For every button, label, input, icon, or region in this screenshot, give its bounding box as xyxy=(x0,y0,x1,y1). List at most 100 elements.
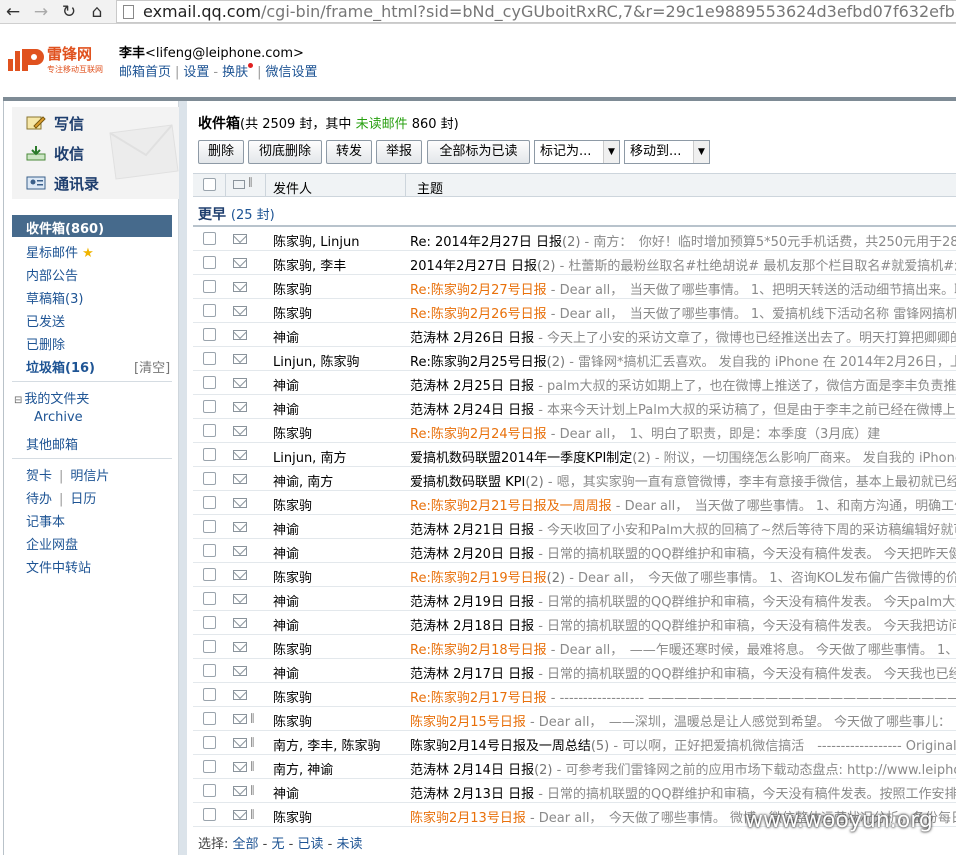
row-checkbox[interactable] xyxy=(203,736,216,749)
collapse-minus-icon[interactable]: ⊟ xyxy=(14,395,22,406)
row-checkbox[interactable] xyxy=(203,256,216,269)
group-count[interactable]: (25 封) xyxy=(231,208,275,223)
row-checkbox[interactable] xyxy=(203,352,216,365)
link-settings[interactable]: 设置 xyxy=(183,65,209,80)
folder-notice[interactable]: 内部公告 xyxy=(26,265,78,284)
link-notes[interactable]: 记事本 xyxy=(26,511,65,530)
folder-myfolders[interactable]: ⊟我的文件夹 xyxy=(14,388,89,407)
mail-row[interactable]: Linjun, 南方爱搞机数码联盟2014年一季度KPI制定(2) - 附议，一… xyxy=(193,443,956,467)
row-checkbox[interactable] xyxy=(203,688,216,701)
clear-spam-link[interactable]: [清空] xyxy=(134,357,170,376)
row-subject-line[interactable]: 范涛林 2月25日 日报 - palm大叔的采访如期上了，也在微博上推送了，微信… xyxy=(410,375,956,394)
home-icon[interactable]: ⌂ xyxy=(86,1,108,23)
row-checkbox[interactable] xyxy=(203,592,216,605)
row-subject-line[interactable]: 范涛林 2月24日 日报 - 本来今天计划上Palm大叔的采访稿了，但是由于李丰… xyxy=(410,399,956,418)
row-subject-line[interactable]: 范涛林 2月17日 日报 - 日常的搞机联盟的QQ群维护和审稿，今天没有稿件发表… xyxy=(410,663,956,682)
row-subject-line[interactable]: 范涛林 2月19日 日报 - 日常的搞机联盟的QQ群维护和审稿，今天没有稿件发表… xyxy=(410,591,956,610)
mail-row[interactable]: 陈家驹Re:陈家驹2月18号日报 - Dear all， ——乍暖还寒时候，最难… xyxy=(193,635,956,659)
link-postcard[interactable]: 明信片 xyxy=(70,469,109,484)
mail-row[interactable]: 神谕范涛林 2月24日 日报 - 本来今天计划上Palm大叔的采访稿了，但是由于… xyxy=(193,395,956,419)
select-unread-link[interactable]: 未读 xyxy=(336,837,362,852)
address-bar[interactable]: exmail.qq.com/cgi-bin/frame_html?sid=bNd… xyxy=(116,0,956,23)
select-all-link[interactable]: 全部 xyxy=(233,837,259,852)
link-wechat-settings[interactable]: 微信设置 xyxy=(266,65,318,80)
compose-button[interactable]: 写信 xyxy=(26,113,84,135)
mail-row[interactable]: 陈家驹, 李丰2014年2月27日 日报(2) - 杜蕾斯的最粉丝取名#杜绝胡说… xyxy=(193,251,956,275)
row-subject-line[interactable]: Re:陈家驹2月24号日报 - Dear all， 1、明白了职责，即是：本季度… xyxy=(410,423,880,442)
url-text[interactable]: exmail.qq.com/cgi-bin/frame_html?sid=bNd… xyxy=(143,2,956,21)
row-subject-line[interactable]: Re:陈家驹2月19号日报(2) - Dear all， 今天做了哪些事情。 1… xyxy=(410,567,956,586)
row-checkbox[interactable] xyxy=(203,304,216,317)
row-checkbox[interactable] xyxy=(203,424,216,437)
folder-inbox[interactable]: 收件箱(860) xyxy=(12,215,172,237)
mark-as-select[interactable]: 标记为...▼ xyxy=(534,140,620,164)
mail-row[interactable]: 陈家驹Re:陈家驹2月21号日报及一周周报 - Dear all， 当天做了哪些… xyxy=(193,491,956,515)
mail-row[interactable]: 陈家驹, LinjunRe: 2014年2月27日 日报(2) - 南方： 你好… xyxy=(193,227,956,251)
row-checkbox[interactable] xyxy=(203,520,216,533)
link-mail-home[interactable]: 邮箱首页 xyxy=(119,65,171,80)
row-checkbox[interactable] xyxy=(203,664,216,677)
forward-button[interactable]: 转发 xyxy=(326,140,372,164)
receive-button[interactable]: 收信 xyxy=(26,143,84,165)
folder-drafts[interactable]: 草稿箱(3) xyxy=(26,288,83,307)
mail-row[interactable]: 陈家驹Re:陈家驹2月26号日报 - Dear all， 当天做了哪些事情。 1… xyxy=(193,299,956,323)
mail-row[interactable]: ∥南方, 李丰, 陈家驹陈家驹2月14号日报及一周总结(5) - 可以啊，正好把… xyxy=(193,731,956,755)
folder-starred[interactable]: 星标邮件 ★ xyxy=(26,242,94,261)
mail-row[interactable]: 神谕范涛林 2月18日 日报 - 日常的搞机联盟的QQ群维护和审稿，今天没有稿件… xyxy=(193,611,956,635)
delete-button[interactable]: 删除 xyxy=(198,140,244,164)
leiphone-logo[interactable]: 雷锋网 专注移动互联网 xyxy=(8,41,108,79)
back-arrow-icon[interactable]: ← xyxy=(2,1,24,23)
row-subject-line[interactable]: Re:陈家驹2月25号日报(2) - 雷锋网*搞机汇丢喜欢。 发自我的 iPho… xyxy=(410,351,956,370)
mail-row[interactable]: 陈家驹Re:陈家驹2月24号日报 - Dear all， 1、明白了职责，即是：… xyxy=(193,419,956,443)
mail-row[interactable]: 神谕范涛林 2月21日 日报 - 今天收回了小安和Palm大叔的回稿了~然后等待… xyxy=(193,515,956,539)
folder-other-mailboxes[interactable]: 其他邮箱 xyxy=(26,434,78,453)
mail-row[interactable]: 神谕范涛林 2月20日 日报 - 日常的搞机联盟的QQ群维护和审稿，今天没有稿件… xyxy=(193,539,956,563)
row-checkbox[interactable] xyxy=(203,448,216,461)
attachment-column-icon[interactable]: ∥ xyxy=(248,177,253,188)
forward-arrow-icon[interactable]: → xyxy=(30,1,52,23)
row-checkbox[interactable] xyxy=(203,712,216,725)
reload-icon[interactable]: ↻ xyxy=(58,1,80,23)
read-status-column-icon[interactable] xyxy=(233,180,245,189)
column-subject[interactable]: 主题 xyxy=(417,178,443,197)
row-checkbox[interactable] xyxy=(203,376,216,389)
row-checkbox[interactable] xyxy=(203,760,216,773)
mail-row[interactable]: 陈家驹Re:陈家驹2月27号日报 - Dear all， 当天做了哪些事情。 1… xyxy=(193,275,956,299)
row-subject-line[interactable]: Re: 2014年2月27日 日报(2) - 南方： 你好！临时增加预算5*50… xyxy=(410,231,956,250)
row-checkbox[interactable] xyxy=(203,472,216,485)
link-netdisk[interactable]: 企业网盘 xyxy=(26,534,78,553)
row-subject-line[interactable]: Re:陈家驹2月26号日报 - Dear all， 当天做了哪些事情。 1、爱搞… xyxy=(410,303,956,322)
row-subject-line[interactable]: 范涛林 2月13日 日报 - 日常的搞机联盟的QQ群维护和审稿，今天没有稿件发表… xyxy=(410,783,956,802)
mail-row[interactable]: ∥神谕范涛林 2月13日 日报 - 日常的搞机联盟的QQ群维护和审稿，今天没有稿… xyxy=(193,779,956,803)
folder-spam[interactable]: 垃圾箱(16) xyxy=(26,357,95,376)
link-skin[interactable]: 换肤 xyxy=(222,65,248,80)
mail-row[interactable]: ∥南方, 神谕范涛林 2月14日 日报(2) - 可参考我们雷锋网之前的应用市场… xyxy=(193,755,956,779)
row-subject-line[interactable]: Re:陈家驹2月21号日报及一周周报 - Dear all， 当天做了哪些事情。… xyxy=(410,495,956,514)
row-subject-line[interactable]: 2014年2月27日 日报(2) - 杜蕾斯的最粉丝取名#杜绝胡说# 最机友那个… xyxy=(410,255,956,274)
row-checkbox[interactable] xyxy=(203,232,216,245)
select-read-link[interactable]: 已读 xyxy=(298,837,324,852)
row-checkbox[interactable] xyxy=(203,640,216,653)
move-to-select[interactable]: 移动到...▼ xyxy=(624,140,710,164)
mail-row[interactable]: 陈家驹Re:陈家驹2月19号日报(2) - Dear all， 今天做了哪些事情… xyxy=(193,563,956,587)
contacts-button[interactable]: 通讯录 xyxy=(26,173,99,195)
row-subject-line[interactable]: 范涛林 2月26日 日报 - 今天上了小安的采访文章了，微博也已经推送出去了。明… xyxy=(410,327,956,346)
folder-deleted[interactable]: 已删除 xyxy=(26,334,65,353)
mail-row[interactable]: 神谕范涛林 2月17日 日报 - 日常的搞机联盟的QQ群维护和审稿，今天没有稿件… xyxy=(193,659,956,683)
row-subject-line[interactable]: 范涛林 2月21日 日报 - 今天收回了小安和Palm大叔的回稿了~然后等待下周… xyxy=(410,519,956,538)
mail-row[interactable]: Linjun, 陈家驹Re:陈家驹2月25号日报(2) - 雷锋网*搞机汇丢喜欢… xyxy=(193,347,956,371)
mail-row[interactable]: 神谕范涛林 2月19日 日报 - 日常的搞机联盟的QQ群维护和审稿，今天没有稿件… xyxy=(193,587,956,611)
row-subject-line[interactable]: Re:陈家驹2月17号日报 - ------------------ —————… xyxy=(410,687,956,706)
link-calendar[interactable]: 日历 xyxy=(70,492,96,507)
mail-row[interactable]: 陈家驹Re:陈家驹2月17号日报 - ------------------ ——… xyxy=(193,683,956,707)
report-button[interactable]: 举报 xyxy=(376,140,422,164)
select-none-link[interactable]: 无 xyxy=(272,837,285,852)
folder-sent[interactable]: 已发送 xyxy=(26,311,65,330)
folder-archive[interactable]: Archive xyxy=(34,410,83,425)
row-subject-line[interactable]: 范涛林 2月20日 日报 - 日常的搞机联盟的QQ群维护和审稿，今天没有稿件发表… xyxy=(410,543,956,562)
row-checkbox[interactable] xyxy=(203,280,216,293)
row-checkbox[interactable] xyxy=(203,568,216,581)
row-checkbox[interactable] xyxy=(203,808,216,821)
row-checkbox[interactable] xyxy=(203,784,216,797)
mail-row[interactable]: 神谕, 南方爱搞机数码联盟 KPI(2) - 嗯，其实家驹一直有意管微博，李丰有… xyxy=(193,467,956,491)
